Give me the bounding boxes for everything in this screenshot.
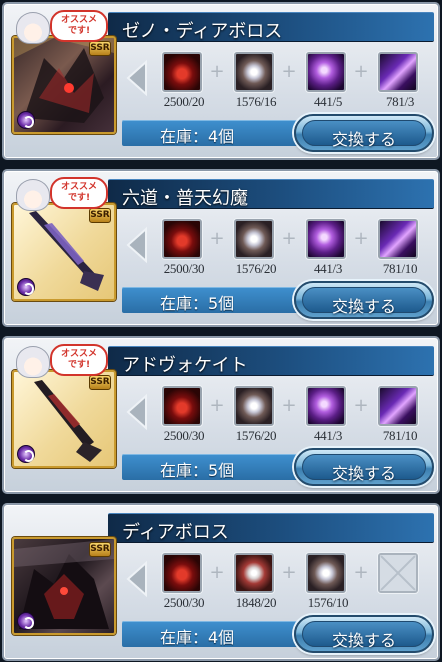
plus-icon: + (209, 395, 225, 416)
stock-text: 在庫：5個 (160, 294, 235, 313)
silver-orb-icon[interactable] (234, 52, 274, 92)
ssr-rarity-badge: SSR (89, 542, 111, 557)
item-count: 441/3 (313, 261, 343, 276)
plus-icon: + (281, 395, 297, 416)
item-count: 1576/16 (235, 94, 277, 109)
plus-icon: + (353, 61, 369, 82)
weapon-thumbnail[interactable]: SSR (12, 203, 116, 301)
item-count: 781/3 (385, 94, 415, 109)
stock-bar: 在庫：5個 (122, 454, 322, 480)
card-title: ディアボロス (122, 522, 229, 543)
red-crystal-icon[interactable] (162, 52, 202, 92)
card-title: ゼノ・ディアボロス (122, 21, 283, 42)
stock-text: 在庫：4個 (160, 127, 235, 146)
purple-wing-icon[interactable] (378, 219, 418, 259)
plus-icon: + (281, 61, 297, 82)
purple-orb-icon[interactable] (306, 219, 346, 259)
item-count: 2500/30 (163, 595, 205, 610)
item-count: 781/10 (382, 428, 418, 443)
summon-thumbnail[interactable]: SSR (12, 537, 116, 635)
exchange-button-face: 交換する (302, 454, 426, 483)
purple-orb-icon[interactable] (306, 52, 346, 92)
red-silver-orb-icon[interactable] (234, 553, 274, 593)
card-title-bar: ゼノ・ディアボロス (108, 12, 434, 42)
item-count: 441/5 (313, 94, 343, 109)
plus-icon: + (209, 562, 225, 583)
plus-icon: + (281, 228, 297, 249)
exchange-list: ゼノ・ディアボロス SSR オススメ です! + + + 2500/20 157… (0, 0, 442, 662)
exchange-button[interactable]: 交換する (294, 615, 434, 653)
exchange-card: アドヴォケイト SSR オススメ です! + + + 2500/30 1576/… (2, 336, 440, 494)
stock-bar: 在庫：4個 (122, 621, 322, 647)
item-count: 1576/20 (235, 261, 277, 276)
exchange-button[interactable]: 交換する (294, 114, 434, 152)
stock-text: 在庫：4個 (160, 628, 235, 647)
left-arrow-icon (126, 226, 147, 264)
recommend-text: オススメ です! (50, 177, 108, 209)
red-crystal-icon[interactable] (162, 386, 202, 426)
card-title-bar: 六道・普天幻魔 (108, 179, 434, 209)
item-count: 2500/30 (163, 428, 205, 443)
item-count: 2500/20 (163, 94, 205, 109)
exchange-card: ゼノ・ディアボロス SSR オススメ です! + + + 2500/20 157… (2, 2, 440, 160)
mascot-icon (16, 346, 50, 378)
item-count: 781/10 (382, 261, 418, 276)
plus-icon: + (353, 562, 369, 583)
exchange-button-label: 交換する (331, 464, 396, 483)
item-count (367, 595, 433, 611)
recommend-badge: オススメ です! (8, 342, 118, 380)
stock-bar: 在庫：5個 (122, 287, 322, 313)
card-title: アドヴォケイト (122, 355, 248, 376)
recommend-badge: オススメ です! (8, 8, 118, 46)
item-count: 1848/20 (235, 595, 277, 610)
exchange-button-face: 交換する (302, 120, 426, 149)
silver-orb-icon[interactable] (234, 386, 274, 426)
purple-orb-icon[interactable] (306, 386, 346, 426)
stock-bar: 在庫：4個 (122, 120, 322, 146)
dark-element-icon (17, 111, 35, 129)
exchange-card: ディアボロス SSR + + + 2500/30 1848/20 1576/10… (2, 503, 440, 661)
plus-icon: + (209, 61, 225, 82)
silver-orb-icon[interactable] (234, 219, 274, 259)
recommend-text: オススメ です! (50, 10, 108, 42)
recommend-badge: オススメ です! (8, 175, 118, 213)
stock-text: 在庫：5個 (160, 461, 235, 480)
item-count: 1576/10 (307, 595, 349, 610)
plus-icon: + (209, 228, 225, 249)
left-arrow-icon (126, 59, 147, 97)
exchange-button-face: 交換する (302, 621, 426, 650)
red-crystal-icon[interactable] (162, 553, 202, 593)
plus-icon: + (353, 395, 369, 416)
purple-wing-icon[interactable] (378, 386, 418, 426)
purple-wing-icon[interactable] (378, 52, 418, 92)
dark-element-icon (17, 278, 35, 296)
plus-icon: + (353, 228, 369, 249)
dark-element-icon (17, 612, 35, 630)
exchange-button[interactable]: 交換する (294, 448, 434, 486)
mascot-icon (16, 12, 50, 44)
silver-orb-icon[interactable] (306, 553, 346, 593)
exchange-button-label: 交換する (331, 130, 396, 149)
exchange-button-label: 交換する (331, 631, 396, 650)
exchange-card: 六道・普天幻魔 SSR オススメ です! + + + 2500/30 1576/… (2, 169, 440, 327)
item-count: 441/3 (313, 428, 343, 443)
red-crystal-icon[interactable] (162, 219, 202, 259)
exchange-button-face: 交換する (302, 287, 426, 316)
card-title: 六道・普天幻魔 (122, 188, 248, 209)
plus-icon: + (281, 562, 297, 583)
summon-thumbnail[interactable]: SSR (12, 36, 116, 134)
weapon-thumbnail[interactable]: SSR (12, 370, 116, 468)
left-arrow-icon (126, 560, 147, 598)
recommend-text: オススメ です! (50, 344, 108, 376)
mascot-icon (16, 179, 50, 211)
dark-element-icon (17, 445, 35, 463)
item-count: 2500/30 (163, 261, 205, 276)
exchange-button-label: 交換する (331, 297, 396, 316)
empty-slot-icon (378, 553, 418, 593)
left-arrow-icon (126, 393, 147, 431)
exchange-button[interactable]: 交換する (294, 281, 434, 319)
card-title-bar: アドヴォケイト (108, 346, 434, 376)
item-count: 1576/20 (235, 428, 277, 443)
card-title-bar: ディアボロス (108, 513, 434, 543)
